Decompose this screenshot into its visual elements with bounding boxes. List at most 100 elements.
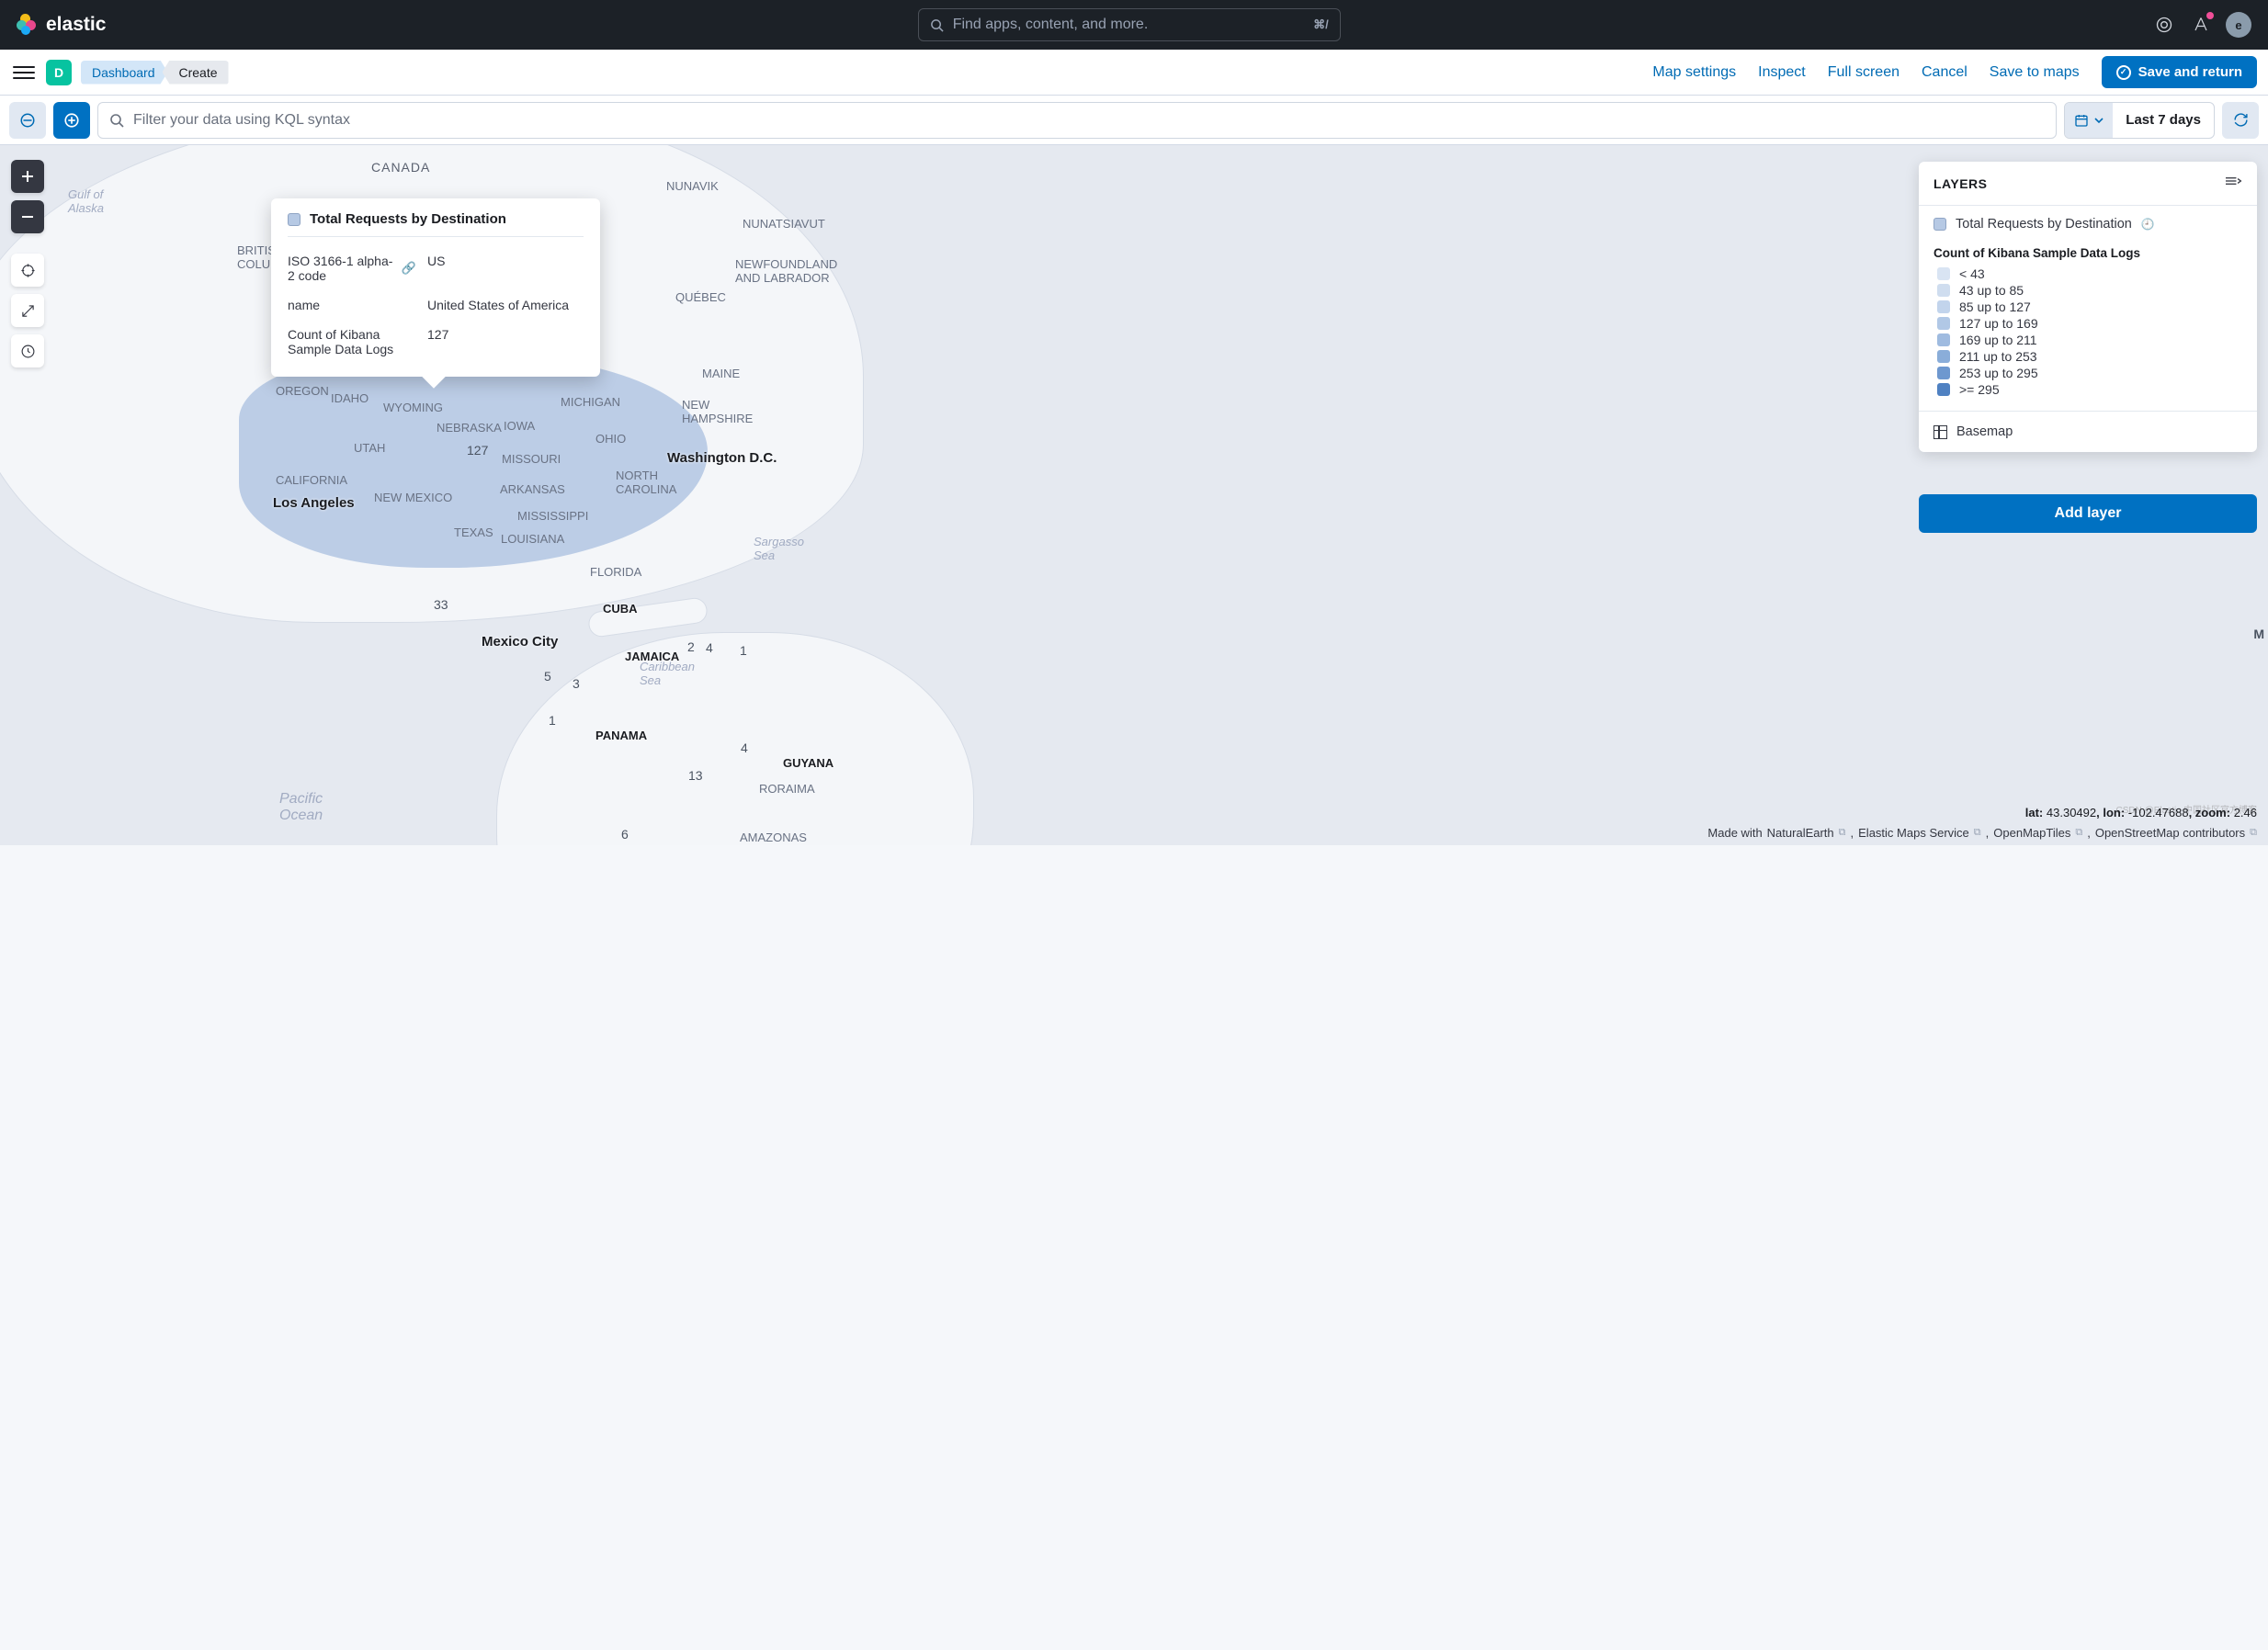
map-value: 127 xyxy=(467,443,488,458)
query-input-wrap[interactable] xyxy=(97,102,2057,139)
breadcrumb-dashboard[interactable]: Dashboard xyxy=(81,61,168,85)
time-range-picker[interactable]: Last 7 days xyxy=(2064,102,2215,139)
global-search-wrap: ⌘/ xyxy=(918,8,1341,41)
zoom-in-button[interactable] xyxy=(11,160,44,193)
add-layer-button[interactable]: Add layer xyxy=(1919,494,2257,533)
map-value: 5 xyxy=(544,669,551,684)
map-land xyxy=(496,632,974,845)
attrib-link[interactable]: NaturalEarth xyxy=(1767,826,1834,840)
map-label: UTAH xyxy=(354,441,385,455)
layer-legend: Count of Kibana Sample Data Logs < 4343 … xyxy=(1919,243,2257,412)
map-label: MISSISSIPPI xyxy=(517,509,588,523)
legend-label: 127 up to 169 xyxy=(1959,316,2038,331)
map-label: Caribbean Sea xyxy=(640,660,695,687)
map-label: GUYANA xyxy=(783,756,833,770)
map-label: TEXAS xyxy=(454,526,493,539)
calendar-icon xyxy=(2065,103,2113,138)
map-label: CUBA xyxy=(603,602,638,616)
attrib-link[interactable]: OpenMapTiles xyxy=(1993,826,2070,840)
elastic-logo-icon xyxy=(17,14,39,36)
legend-row: 253 up to 295 xyxy=(1933,365,2242,381)
attrib-link[interactable]: Elastic Maps Service xyxy=(1858,826,1969,840)
cancel-button[interactable]: Cancel xyxy=(1922,64,1967,81)
layer-item[interactable]: Total Requests by Destination 🕘 xyxy=(1919,206,2257,243)
news-icon[interactable] xyxy=(2189,13,2213,37)
space-badge[interactable]: D xyxy=(46,60,72,85)
map-value: 4 xyxy=(706,640,713,655)
breadcrumb: Dashboard Create xyxy=(81,61,229,85)
inspect-button[interactable]: Inspect xyxy=(1758,64,1806,81)
help-icon[interactable] xyxy=(2152,13,2176,37)
map-tool-column xyxy=(11,160,44,367)
notification-dot-icon xyxy=(2206,12,2214,19)
legend-row: 169 up to 211 xyxy=(1933,332,2242,348)
query-bar: Last 7 days xyxy=(0,96,2268,145)
attrib-link[interactable]: OpenStreetMap contributors xyxy=(2095,826,2245,840)
legend-swatch-icon xyxy=(1937,350,1950,363)
map-label: OREGON xyxy=(276,384,329,398)
header-icons: e xyxy=(2152,12,2251,38)
zoom-out-button[interactable] xyxy=(11,200,44,233)
map-value: M xyxy=(2253,627,2264,641)
shortcut-hint: ⌘/ xyxy=(1313,17,1329,32)
map-label: IDAHO xyxy=(331,391,369,405)
map-label: CALIFORNIA xyxy=(276,473,347,487)
map-label: MAINE xyxy=(702,367,740,380)
global-header: elastic ⌘/ e xyxy=(0,0,2268,50)
expand-button[interactable] xyxy=(11,294,44,327)
save-and-return-button[interactable]: ✓ Save and return xyxy=(2102,56,2257,88)
save-and-return-label: Save and return xyxy=(2138,64,2242,80)
search-icon xyxy=(930,18,944,32)
map-settings-button[interactable]: Map settings xyxy=(1652,64,1736,81)
time-range-label: Last 7 days xyxy=(2113,112,2214,128)
tooltip-row: name United States of America xyxy=(288,290,584,320)
spacer xyxy=(11,241,44,246)
layer-swatch-icon xyxy=(1933,218,1946,231)
map-canvas[interactable]: CANADA NUNAVIK NUNATSIAVUT NEWFOUNDLAND … xyxy=(0,145,2268,845)
collapse-icon[interactable] xyxy=(2226,175,2242,192)
legend-swatch-icon xyxy=(1937,383,1950,396)
map-label: MICHIGAN xyxy=(561,395,620,409)
save-to-maps-button[interactable]: Save to maps xyxy=(1990,64,2080,81)
attrib-prefix: Made with xyxy=(1707,826,1762,840)
global-search[interactable]: ⌘/ xyxy=(918,8,1341,41)
coords-status: lat: 43.30492, lon: -102.47688, zoom: 2.… xyxy=(2025,806,2257,819)
add-filter-button[interactable] xyxy=(53,102,90,139)
legend-label: 169 up to 211 xyxy=(1959,333,2037,347)
legend-label: 43 up to 85 xyxy=(1959,283,2024,298)
map-label: CANADA xyxy=(371,160,430,175)
filter-menu-button[interactable] xyxy=(9,102,46,139)
legend-swatch-icon xyxy=(1937,300,1950,313)
user-avatar[interactable]: e xyxy=(2226,12,2251,38)
clock-icon: 🕘 xyxy=(2141,218,2155,231)
map-label: NUNAVIK xyxy=(666,179,719,193)
map-value: 1 xyxy=(549,713,556,728)
legend-swatch-icon xyxy=(1937,267,1950,280)
legend-label: >= 295 xyxy=(1959,382,2000,397)
legend-row: 127 up to 169 xyxy=(1933,315,2242,332)
map-label: WYOMING xyxy=(383,401,443,414)
legend-label: 85 up to 127 xyxy=(1959,299,2031,314)
header-actions: Map settings Inspect Full screen Cancel … xyxy=(1652,56,2257,88)
link-icon[interactable]: 🔗 xyxy=(402,261,416,276)
timeslider-button[interactable] xyxy=(11,334,44,367)
map-label: AMAZONAS xyxy=(740,831,807,844)
map-value: 13 xyxy=(688,768,703,783)
full-screen-button[interactable]: Full screen xyxy=(1828,64,1899,81)
tooltip-value: 127 xyxy=(427,327,448,356)
layers-title: LAYERS xyxy=(1933,176,1988,191)
global-search-input[interactable] xyxy=(953,17,1304,33)
nav-toggle-button[interactable] xyxy=(11,62,37,84)
brand-logo[interactable]: elastic xyxy=(17,14,106,36)
map-label: LOUISIANA xyxy=(501,532,564,546)
map-value: 2 xyxy=(687,639,695,654)
tooltip-row: Count of Kibana Sample Data Logs 127 xyxy=(288,320,584,364)
tooltip-title: Total Requests by Destination xyxy=(310,211,506,227)
fit-bounds-button[interactable] xyxy=(11,254,44,287)
map-value: 4 xyxy=(741,740,748,755)
kql-input[interactable] xyxy=(133,112,2045,129)
layer-item-basemap[interactable]: Basemap xyxy=(1919,412,2257,452)
refresh-button[interactable] xyxy=(2222,102,2259,139)
legend-row: < 43 xyxy=(1933,266,2242,282)
map-label: Mexico City xyxy=(482,634,558,650)
